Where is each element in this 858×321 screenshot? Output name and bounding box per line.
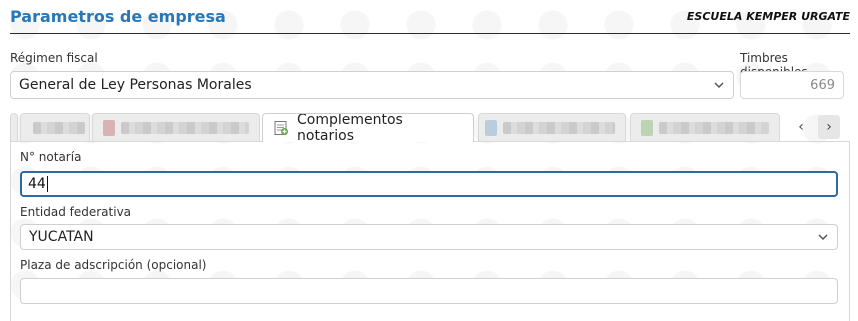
page-header: Parametros de empresa ESCUELA KEMPER URG… [10, 0, 850, 34]
regimen-select[interactable]: General de Ley Personas Morales [10, 71, 734, 99]
notaria-value: 44 [28, 176, 46, 192]
tab-bar: Complementos notarios ‹ › [10, 113, 850, 142]
chevron-right-icon: › [826, 119, 832, 135]
text-caret [46, 176, 48, 192]
timbres-field: 669 [740, 71, 844, 99]
tab-scroll-left-button[interactable]: ‹ [790, 115, 812, 139]
chevron-down-icon [713, 79, 725, 91]
entidad-value: YUCATAN [29, 229, 94, 245]
regimen-value: General de Ley Personas Morales [19, 77, 252, 93]
organization-name: ESCUELA KEMPER URGATE [686, 10, 850, 23]
tab-hidden-left[interactable] [10, 113, 18, 141]
notaria-label: N° notaría [20, 150, 82, 164]
timbres-value: 669 [810, 77, 835, 93]
entidad-select[interactable]: YUCATAN [20, 224, 838, 250]
chevron-down-icon [817, 231, 829, 243]
tab-scroll-right-button[interactable]: › [818, 115, 840, 139]
notaria-input[interactable]: 44 [20, 171, 838, 197]
regimen-label: Régimen fiscal [10, 51, 98, 65]
tab-complementos-notarios[interactable]: Complementos notarios [262, 113, 474, 142]
page-title: Parametros de empresa [10, 7, 226, 26]
entidad-label: Entidad federativa [20, 205, 132, 219]
plaza-label: Plaza de adscripción (opcional) [20, 258, 207, 272]
tab-obscured-4[interactable] [630, 113, 780, 141]
tab-complementos-label: Complementos notarios [297, 113, 403, 142]
document-add-icon [273, 120, 289, 136]
tab-obscured-1[interactable] [20, 113, 90, 141]
plaza-input[interactable] [20, 278, 838, 304]
tab-obscured-2[interactable] [92, 113, 260, 141]
tab-obscured-3[interactable] [478, 113, 626, 141]
chevron-left-icon: ‹ [798, 119, 804, 135]
